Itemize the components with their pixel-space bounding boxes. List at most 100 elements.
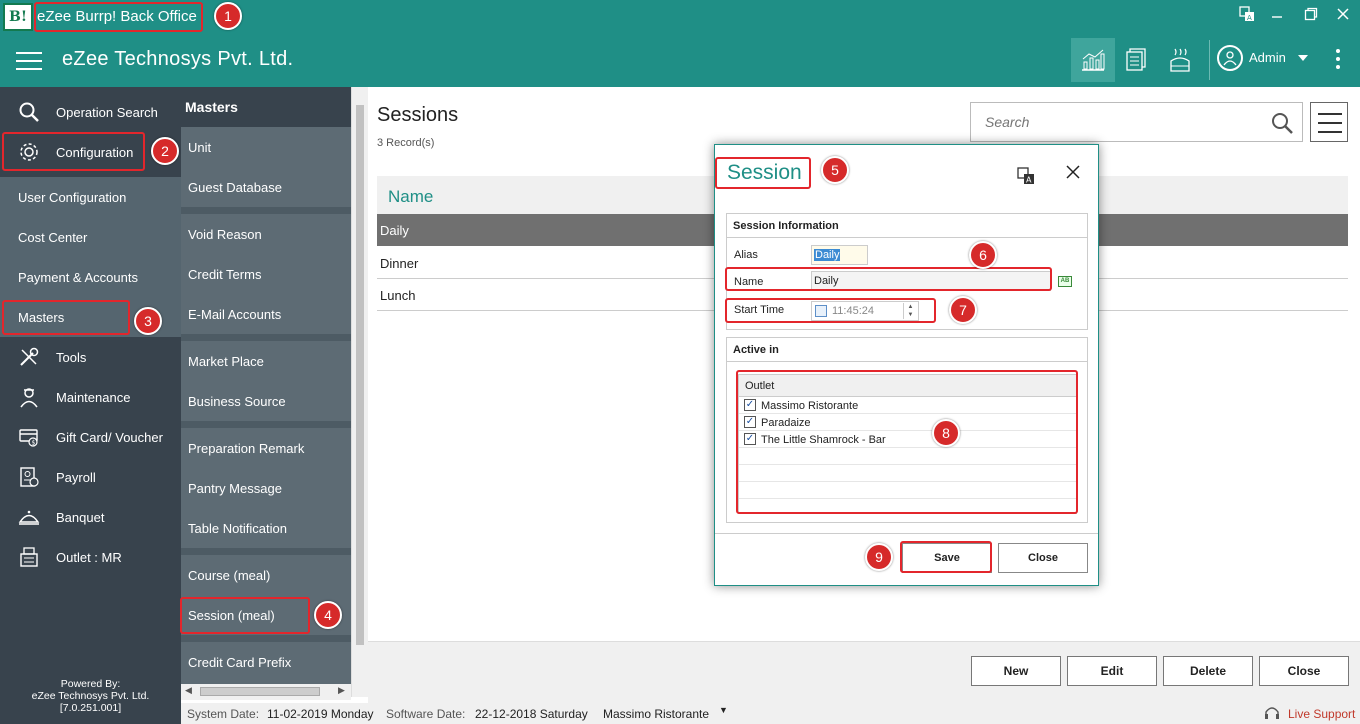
powered-by-label: Powered By: bbox=[60, 678, 121, 690]
masters-item-table-notification[interactable]: Table Notification bbox=[181, 508, 351, 548]
avatar[interactable] bbox=[1217, 45, 1243, 71]
masters-item-business-source[interactable]: Business Source bbox=[181, 381, 351, 421]
masters-title: Masters bbox=[181, 87, 351, 127]
annotation-badge: 3 bbox=[134, 307, 162, 335]
masters-item-guest-database[interactable]: Guest Database bbox=[181, 167, 351, 207]
highlight-dialog-title bbox=[715, 157, 811, 189]
company-name: eZee Technosys Pvt. Ltd. bbox=[62, 48, 294, 70]
spellcheck-icon[interactable]: AB bbox=[1058, 276, 1072, 287]
masters-separator bbox=[181, 421, 351, 428]
sidebar-item-label: Cost Center bbox=[18, 229, 88, 245]
sidebar-item-outlet[interactable]: Outlet : MR bbox=[0, 537, 181, 577]
sidebar-item-user-configuration[interactable]: User Configuration bbox=[0, 177, 181, 217]
tools-icon bbox=[15, 343, 43, 371]
close-icon[interactable] bbox=[1331, 6, 1355, 28]
dialog-close-button[interactable]: Close bbox=[998, 543, 1088, 573]
system-date-label: System Date: bbox=[187, 707, 260, 721]
sidebar-item-operation-search[interactable]: Operation Search bbox=[0, 92, 181, 132]
sidebar-item-label: Payment & Accounts bbox=[18, 269, 138, 285]
headset-icon[interactable] bbox=[1263, 704, 1281, 724]
scroll-thumb[interactable] bbox=[200, 687, 320, 696]
delete-button[interactable]: Delete bbox=[1163, 656, 1253, 686]
annotation-badge: 5 bbox=[821, 156, 849, 184]
alias-field[interactable]: Daily bbox=[811, 245, 868, 265]
search-icon[interactable] bbox=[1270, 111, 1294, 135]
app-logo: B! bbox=[3, 3, 33, 31]
scroll-left-icon[interactable]: ◀ bbox=[185, 685, 192, 696]
page-title: Sessions bbox=[377, 104, 459, 126]
highlight-save-button bbox=[900, 541, 992, 573]
sidebar-item-gift-card[interactable]: $ Gift Card/ Voucher bbox=[0, 417, 181, 457]
masters-item-email-accounts[interactable]: E-Mail Accounts bbox=[181, 294, 351, 334]
header-bar: eZee Technosys Pvt. Ltd. Admin bbox=[0, 34, 1360, 87]
close-icon[interactable] bbox=[1063, 163, 1083, 183]
translate-icon[interactable]: A bbox=[1017, 167, 1037, 187]
search-field[interactable] bbox=[970, 102, 1303, 142]
kitchen-icon[interactable] bbox=[1158, 38, 1202, 82]
highlight-configuration bbox=[2, 132, 145, 171]
highlight-masters bbox=[2, 300, 130, 335]
sidebar-item-tools[interactable]: Tools bbox=[0, 337, 181, 377]
chevron-down-icon[interactable] bbox=[1298, 55, 1308, 61]
sidebar-item-label: Tools bbox=[56, 349, 87, 365]
masters-item-credit-card-prefix[interactable]: Credit Card Prefix bbox=[181, 642, 351, 682]
giftcard-icon: $ bbox=[15, 423, 43, 451]
annotation-badge: 6 bbox=[969, 241, 997, 269]
live-support-link[interactable]: Live Support bbox=[1288, 707, 1355, 721]
scroll-thumb[interactable] bbox=[356, 105, 364, 645]
annotation-badge: 9 bbox=[865, 543, 893, 571]
masters-item-course-meal[interactable]: Course (meal) bbox=[181, 555, 351, 595]
minimize-icon[interactable] bbox=[1265, 6, 1289, 28]
alias-label: Alias bbox=[734, 249, 758, 261]
menu-icon[interactable] bbox=[16, 52, 42, 70]
sidebar-item-payment-accounts[interactable]: Payment & Accounts bbox=[0, 257, 181, 297]
group-title: Session Information bbox=[727, 214, 1087, 238]
search-input[interactable] bbox=[971, 103, 1251, 141]
annotation-badge: 8 bbox=[932, 419, 960, 447]
masters-item-void-reason[interactable]: Void Reason bbox=[181, 214, 351, 254]
svg-text:A: A bbox=[1026, 176, 1032, 185]
system-date: 11-02-2019 Monday bbox=[267, 707, 374, 721]
group-title: Active in bbox=[727, 338, 1087, 362]
chart-icon[interactable] bbox=[1071, 38, 1115, 82]
annotation-badge: 2 bbox=[151, 137, 179, 165]
search-icon bbox=[15, 98, 43, 126]
masters-item-market-place[interactable]: Market Place bbox=[181, 341, 351, 381]
scroll-right-icon[interactable]: ▶ bbox=[338, 685, 345, 696]
new-button[interactable]: New bbox=[971, 656, 1061, 686]
list-view-button[interactable] bbox=[1310, 102, 1348, 142]
sidebar-item-label: Operation Search bbox=[56, 104, 158, 120]
alias-value: Daily bbox=[814, 249, 841, 261]
maintenance-icon bbox=[15, 383, 43, 411]
sidebar-item-maintenance[interactable]: Maintenance bbox=[0, 377, 181, 417]
software-date: 22-12-2018 Saturday bbox=[475, 707, 588, 721]
edit-button[interactable]: Edit bbox=[1067, 656, 1157, 686]
chevron-down-icon[interactable]: ▼ bbox=[719, 705, 728, 715]
masters-item-pantry-message[interactable]: Pantry Message bbox=[181, 468, 351, 508]
sidebar-item-banquet[interactable]: Banquet bbox=[0, 497, 181, 537]
sidebar-item-cost-center[interactable]: Cost Center bbox=[0, 217, 181, 257]
outlet-icon bbox=[15, 543, 43, 571]
software-date-label: Software Date: bbox=[386, 707, 466, 721]
svg-text:A: A bbox=[1247, 14, 1252, 22]
outlet-selector[interactable]: Massimo Ristorante bbox=[603, 707, 709, 721]
close-button[interactable]: Close bbox=[1259, 656, 1349, 686]
masters-vertical-scrollbar[interactable] bbox=[351, 87, 368, 697]
report-icon[interactable] bbox=[1114, 38, 1158, 82]
translate-icon[interactable]: A bbox=[1235, 6, 1259, 28]
user-name[interactable]: Admin bbox=[1249, 50, 1286, 65]
masters-item-unit[interactable]: Unit bbox=[181, 127, 351, 167]
payroll-icon bbox=[15, 463, 43, 491]
svg-text:$: $ bbox=[32, 440, 36, 447]
masters-item-preparation-remark[interactable]: Preparation Remark bbox=[181, 428, 351, 468]
annotation-badge: 7 bbox=[949, 296, 977, 324]
sidebar-item-label: Maintenance bbox=[56, 389, 131, 405]
masters-horizontal-scrollbar[interactable]: ◀ ▶ bbox=[181, 684, 351, 700]
more-options-icon[interactable] bbox=[1335, 49, 1341, 71]
sidebar-item-label: User Configuration bbox=[18, 189, 127, 205]
sidebar-item-payroll[interactable]: Payroll bbox=[0, 457, 181, 497]
masters-item-credit-terms[interactable]: Credit Terms bbox=[181, 254, 351, 294]
highlight-start-time bbox=[725, 298, 936, 323]
highlight-name-field bbox=[725, 267, 1052, 291]
restore-icon[interactable] bbox=[1299, 6, 1323, 28]
